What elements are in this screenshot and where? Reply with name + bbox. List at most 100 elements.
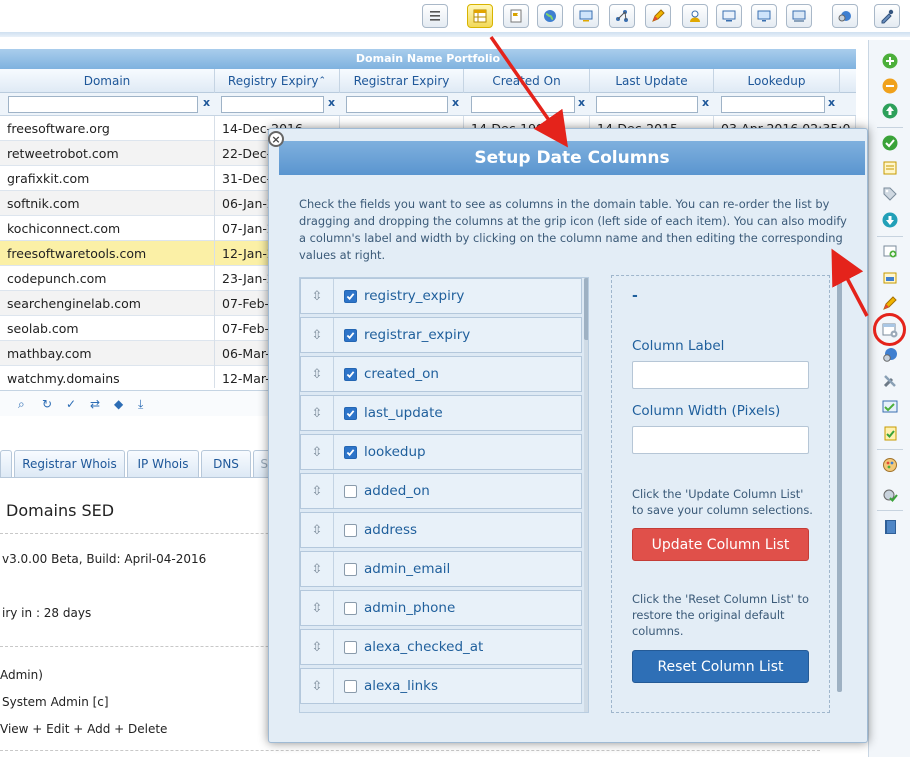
add-category-button[interactable] bbox=[879, 240, 901, 262]
field-checkbox[interactable] bbox=[344, 368, 357, 381]
settings-globe-button[interactable] bbox=[832, 4, 858, 28]
field-checkbox[interactable] bbox=[344, 446, 357, 459]
filter-clear-icon[interactable]: x bbox=[702, 96, 709, 109]
checklist-button[interactable] bbox=[879, 422, 901, 444]
column-header-lookedup[interactable]: Lookedup bbox=[714, 69, 840, 93]
field-name[interactable]: address bbox=[364, 513, 417, 547]
drag-grip-icon[interactable]: ⇳ bbox=[301, 591, 334, 625]
download-icon[interactable]: ⤓ bbox=[138, 397, 143, 412]
filter-input-registrar-expiry[interactable] bbox=[346, 96, 448, 113]
drag-grip-icon[interactable]: ⇳ bbox=[301, 669, 334, 703]
filter-clear-icon[interactable]: x bbox=[578, 96, 585, 109]
column-header-created-on[interactable]: Created On bbox=[464, 69, 590, 93]
field-name[interactable]: admin_phone bbox=[364, 591, 455, 625]
move-up-button[interactable] bbox=[879, 100, 901, 122]
column-field-item[interactable]: ⇳ admin_email bbox=[300, 551, 582, 587]
drag-grip-icon[interactable]: ⇳ bbox=[301, 630, 334, 664]
tab-ip-whois[interactable]: IP Whois bbox=[127, 450, 199, 477]
tab-previous[interactable] bbox=[0, 450, 12, 477]
filter-input-last-update[interactable] bbox=[596, 96, 698, 113]
field-checkbox[interactable] bbox=[344, 485, 357, 498]
field-checkbox[interactable] bbox=[344, 524, 357, 537]
field-checkbox[interactable] bbox=[344, 563, 357, 576]
network-button[interactable] bbox=[609, 4, 635, 28]
filter-clear-icon[interactable]: x bbox=[452, 96, 459, 109]
report-button[interactable] bbox=[879, 396, 901, 418]
move-down-button[interactable] bbox=[879, 209, 901, 231]
globe-button[interactable] bbox=[537, 4, 563, 28]
field-checkbox[interactable] bbox=[344, 602, 357, 615]
confirm-button[interactable] bbox=[879, 132, 901, 154]
column-field-item[interactable]: ⇳ address bbox=[300, 512, 582, 548]
tab-dns[interactable]: DNS bbox=[201, 450, 251, 477]
check-icon[interactable]: ✓ bbox=[66, 397, 76, 411]
manual-button[interactable] bbox=[879, 516, 901, 538]
user-button[interactable] bbox=[682, 4, 708, 28]
field-name[interactable]: admin_email bbox=[364, 552, 450, 586]
filter-input-created-on[interactable] bbox=[471, 96, 575, 113]
column-field-item[interactable]: ⇳ alexa_links bbox=[300, 668, 582, 704]
update-column-list-button[interactable]: Update Column List bbox=[632, 528, 809, 561]
drag-grip-icon[interactable]: ⇳ bbox=[301, 474, 334, 508]
drag-grip-icon[interactable]: ⇳ bbox=[301, 396, 334, 430]
filter-input-registry-expiry[interactable] bbox=[221, 96, 324, 113]
workstation-button[interactable] bbox=[786, 4, 812, 28]
verify-button[interactable] bbox=[879, 484, 901, 506]
field-name[interactable]: registrar_expiry bbox=[364, 318, 470, 352]
list-scrollbar[interactable] bbox=[584, 278, 588, 712]
label-button[interactable] bbox=[879, 183, 901, 205]
field-name[interactable]: created_on bbox=[364, 357, 439, 391]
swap-icon[interactable]: ⇄ bbox=[90, 397, 100, 411]
column-field-item[interactable]: ⇳ alexa_checked_at bbox=[300, 629, 582, 665]
palette-button[interactable] bbox=[879, 454, 901, 476]
filter-clear-icon[interactable]: x bbox=[828, 96, 835, 109]
drag-grip-icon[interactable]: ⇳ bbox=[301, 357, 334, 391]
column-width-input[interactable] bbox=[632, 426, 809, 454]
drag-grip-icon[interactable]: ⇳ bbox=[301, 318, 334, 352]
close-icon[interactable]: × bbox=[268, 131, 284, 147]
refresh-icon[interactable]: ↻ bbox=[42, 397, 52, 411]
reset-column-list-button[interactable]: Reset Column List bbox=[632, 650, 809, 683]
add-domain-button[interactable] bbox=[879, 50, 901, 72]
column-label-input[interactable] bbox=[632, 361, 809, 389]
field-checkbox[interactable] bbox=[344, 407, 357, 420]
monitor-button[interactable] bbox=[573, 4, 599, 28]
screen-button[interactable] bbox=[716, 4, 742, 28]
filter-clear-icon[interactable]: x bbox=[328, 96, 335, 109]
field-name[interactable]: alexa_checked_at bbox=[364, 630, 483, 664]
drag-grip-icon[interactable]: ⇳ bbox=[301, 435, 334, 469]
edit-tools-button[interactable] bbox=[879, 292, 901, 314]
field-checkbox[interactable] bbox=[344, 680, 357, 693]
field-name[interactable]: last_update bbox=[364, 396, 443, 430]
field-name[interactable]: added_on bbox=[364, 474, 430, 508]
column-field-item[interactable]: ⇳ added_on bbox=[300, 473, 582, 509]
column-field-item[interactable]: ⇳ lookedup bbox=[300, 434, 582, 470]
column-header-registry-expiry[interactable]: Registry Expiry⌃ bbox=[215, 69, 340, 93]
notes-button[interactable] bbox=[879, 157, 901, 179]
tools-sidebar-button[interactable] bbox=[879, 370, 901, 392]
drag-grip-icon[interactable]: ⇳ bbox=[301, 552, 334, 586]
column-field-item[interactable]: ⇳ last_update bbox=[300, 395, 582, 431]
tag-icon[interactable]: ◆ bbox=[114, 397, 123, 411]
filter-clear-icon[interactable]: x bbox=[203, 96, 210, 109]
tab-registrar-whois[interactable]: Registrar Whois bbox=[14, 450, 125, 477]
display-button[interactable] bbox=[751, 4, 777, 28]
editor-scrollbar[interactable] bbox=[837, 277, 842, 692]
column-header-last-update[interactable]: Last Update bbox=[590, 69, 714, 93]
list-scrollbar-thumb[interactable] bbox=[584, 278, 588, 340]
column-field-item[interactable]: ⇳ created_on bbox=[300, 356, 582, 392]
column-field-item[interactable]: ⇳ registry_expiry bbox=[300, 278, 582, 314]
field-checkbox[interactable] bbox=[344, 290, 357, 303]
filter-input-domain[interactable] bbox=[8, 96, 198, 113]
field-checkbox[interactable] bbox=[344, 641, 357, 654]
tools-button[interactable] bbox=[874, 4, 900, 28]
column-field-item[interactable]: ⇳ registrar_expiry bbox=[300, 317, 582, 353]
drag-grip-icon[interactable]: ⇳ bbox=[301, 513, 334, 547]
field-name[interactable]: alexa_links bbox=[364, 669, 438, 703]
filter-input-lookedup[interactable] bbox=[721, 96, 825, 113]
menu-icon-button[interactable] bbox=[422, 4, 448, 28]
field-name[interactable]: registry_expiry bbox=[364, 279, 464, 313]
global-settings-button[interactable] bbox=[879, 344, 901, 366]
search-icon[interactable]: ⌕ bbox=[18, 397, 25, 412]
column-field-item[interactable]: ⇳ admin_phone bbox=[300, 590, 582, 626]
